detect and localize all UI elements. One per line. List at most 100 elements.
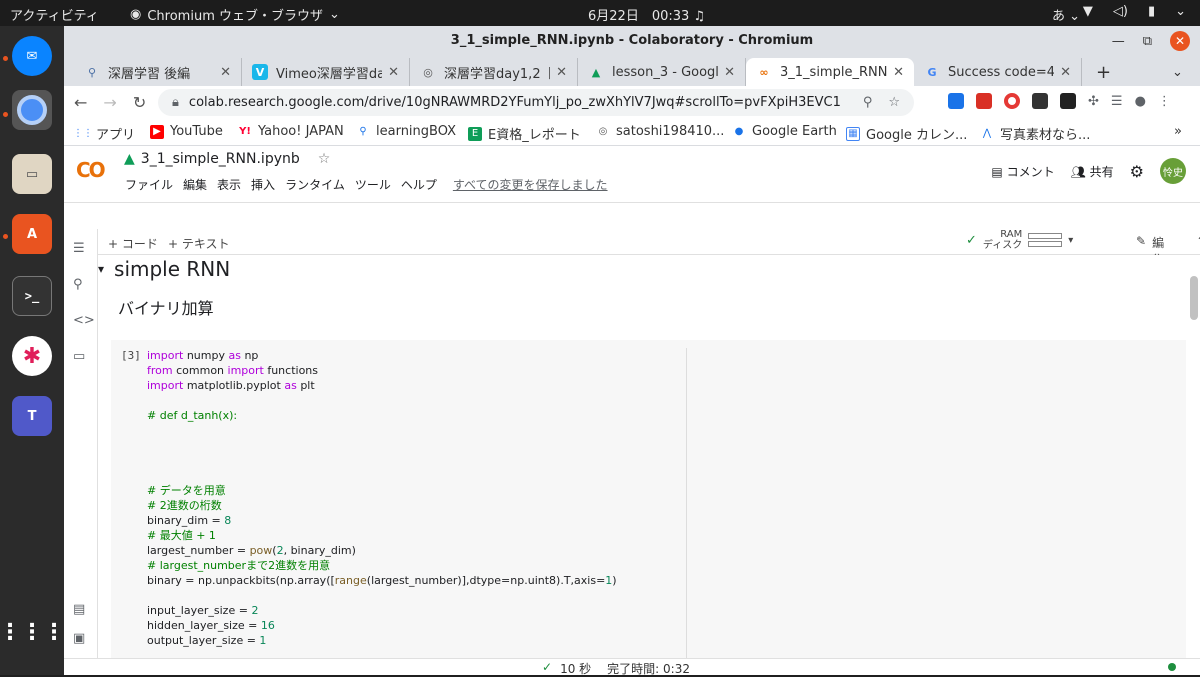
bookmark-github[interactable]: ◎ satoshi198410... bbox=[596, 124, 725, 139]
new-tab-button[interactable]: + bbox=[1086, 58, 1126, 86]
app-menu[interactable]: ◉ Chromium ウェブ・ブラウザ ⌄ bbox=[130, 5, 340, 24]
collapse-icon[interactable]: ▾ bbox=[98, 262, 104, 276]
scrollbar[interactable] bbox=[1190, 276, 1198, 320]
chromium-icon: ◉ bbox=[130, 7, 142, 22]
comment-button[interactable]: ▤ コメント bbox=[991, 163, 1054, 180]
star-icon[interactable]: ☆ bbox=[318, 151, 331, 167]
clock[interactable]: 6月22日 00:33 ♫ bbox=[588, 5, 705, 24]
menu-edit[interactable]: 編集 bbox=[178, 176, 212, 193]
menu-runtime[interactable]: ランタイム bbox=[280, 176, 350, 193]
bookmark-apps[interactable]: ⋮⋮ アプリ bbox=[73, 124, 135, 143]
close-icon[interactable]: ✕ bbox=[724, 65, 735, 80]
zoom-icon[interactable]: ⚲ bbox=[863, 95, 873, 110]
bookmark-photo-stock[interactable]: ⋀ 写真素材なら... bbox=[980, 124, 1091, 143]
notebook-title: ▲ 3_1_simple_RNN.ipynb ☆ bbox=[124, 151, 330, 167]
bookmark-e-report[interactable]: E E資格_レポート bbox=[468, 124, 581, 143]
bookmarks-overflow-icon[interactable]: » bbox=[1174, 124, 1182, 139]
ram-meter bbox=[1028, 233, 1063, 239]
add-text-button[interactable]: + テキスト bbox=[168, 235, 230, 252]
slack-icon[interactable]: ✱ bbox=[12, 336, 52, 376]
record-icon[interactable] bbox=[1004, 93, 1020, 109]
close-icon[interactable]: ✕ bbox=[220, 65, 231, 80]
connection-status-icon[interactable] bbox=[1168, 663, 1176, 671]
terminal-icon[interactable]: ▣ bbox=[73, 631, 85, 646]
toc-icon[interactable]: ☰ bbox=[73, 241, 85, 256]
extension-icon[interactable] bbox=[1032, 93, 1048, 109]
code-snippets-icon[interactable]: <> bbox=[73, 313, 95, 328]
subsection-heading[interactable]: バイナリ加算 bbox=[118, 295, 214, 319]
bookmark-youtube[interactable]: ▶ YouTube bbox=[150, 124, 223, 139]
files-icon[interactable]: ▭ bbox=[73, 349, 85, 364]
dock: ✉ ▭ A >_ ✱ T ⋮⋮⋮ bbox=[0, 26, 65, 675]
puzzle-icon[interactable]: ✣ bbox=[1088, 94, 1099, 109]
bookmark-google-calendar[interactable]: ▦ Google カレン... bbox=[846, 124, 967, 143]
tab-vimeo[interactable]: V Vimeo深層学習day ✕ bbox=[242, 58, 410, 86]
browser-toolbar: ← → ↻ 🔒︎ colab.research.google.com/drive… bbox=[64, 86, 1200, 118]
minimize-icon[interactable]: — bbox=[1112, 34, 1125, 49]
chevron-down-icon[interactable]: ▾ bbox=[1068, 235, 1073, 246]
chromium-dock-icon[interactable] bbox=[12, 90, 52, 130]
avatar[interactable]: 怜史 bbox=[1160, 158, 1186, 184]
people-icon: 👥︎ bbox=[1070, 164, 1086, 179]
app-grid-icon[interactable]: ⋮⋮⋮ bbox=[0, 612, 65, 652]
tab-success-code[interactable]: G Success code=4/1A ✕ bbox=[914, 58, 1082, 86]
tab-deep-learning-2[interactable]: ⚲ 深層学習 後編 ✕ bbox=[74, 58, 242, 86]
section-heading[interactable]: ▾ simple RNN bbox=[98, 257, 230, 281]
colab-logo[interactable]: CO bbox=[76, 158, 106, 182]
bookmark-google-earth[interactable]: ● Google Earth bbox=[732, 124, 837, 139]
code-line: # 2進数の桁数 bbox=[147, 499, 222, 512]
thunderbird-icon[interactable]: ✉ bbox=[12, 36, 52, 76]
tab-github-day12[interactable]: ◎ 深層学習day1,2【ラ ✕ bbox=[410, 58, 578, 86]
profile-icon[interactable]: ● bbox=[1135, 94, 1146, 109]
search-icon[interactable]: ⚲ bbox=[73, 277, 83, 292]
files-icon[interactable]: ▭ bbox=[12, 154, 52, 194]
software-icon[interactable]: A bbox=[12, 214, 52, 254]
close-icon[interactable]: ✕ bbox=[893, 65, 904, 80]
close-icon[interactable]: ✕ bbox=[556, 65, 567, 80]
gmail-icon[interactable] bbox=[976, 93, 992, 109]
bookmark-yahoo[interactable]: Y! Yahoo! JAPAN bbox=[238, 124, 344, 139]
settings-icon[interactable]: ⚙ bbox=[1130, 162, 1144, 181]
menu-insert[interactable]: 挿入 bbox=[246, 176, 280, 193]
address-bar[interactable]: 🔒︎ colab.research.google.com/drive/10gNR… bbox=[158, 89, 914, 116]
close-icon[interactable]: ✕ bbox=[1060, 65, 1071, 80]
teams-icon[interactable]: T bbox=[12, 396, 52, 436]
code-cell[interactable]: [3] import numpy as np from common impor… bbox=[111, 340, 1186, 658]
back-icon[interactable]: ← bbox=[74, 93, 87, 112]
command-palette-icon[interactable]: ▤ bbox=[73, 602, 85, 617]
calendar-icon: ▦ bbox=[846, 126, 860, 141]
system-tray[interactable]: ▼ ◁) ▮ ⌄ bbox=[1083, 4, 1186, 19]
extension-icon[interactable] bbox=[948, 93, 964, 109]
star-icon[interactable]: ☆ bbox=[888, 95, 900, 110]
tab-search-icon[interactable]: ⌄ bbox=[1162, 58, 1192, 86]
share-button[interactable]: 👥︎ 共有 bbox=[1071, 163, 1114, 180]
input-method-indicator[interactable]: あ ⌄ bbox=[1052, 5, 1080, 24]
more-icon[interactable]: ⋮ bbox=[1158, 94, 1171, 109]
code-editor[interactable]: import numpy as np from common import fu… bbox=[147, 348, 687, 658]
extension-icon[interactable] bbox=[1060, 93, 1076, 109]
chevron-up-icon[interactable]: ⌃ bbox=[1196, 234, 1200, 268]
menu-view[interactable]: 表示 bbox=[212, 176, 246, 193]
close-icon[interactable]: ✕ bbox=[1170, 31, 1190, 51]
menu-tools[interactable]: ツール bbox=[350, 176, 396, 193]
reload-icon[interactable]: ↻ bbox=[133, 93, 146, 112]
close-icon[interactable]: ✕ bbox=[388, 65, 399, 80]
menu-help[interactable]: ヘルプ bbox=[396, 176, 442, 193]
check-icon: ✓ bbox=[542, 660, 553, 674]
url-text: colab.research.google.com/drive/10gNRAWM… bbox=[188, 95, 841, 110]
notebook-name[interactable]: 3_1_simple_RNN.ipynb bbox=[141, 151, 300, 167]
activities-button[interactable]: アクティビティ bbox=[10, 5, 99, 24]
forward-icon[interactable]: → bbox=[103, 93, 116, 112]
save-status[interactable]: すべての変更を保存しました bbox=[448, 176, 613, 193]
tab-simple-rnn[interactable]: ∞ 3_1_simple_RNN.ip ✕ bbox=[746, 58, 914, 86]
maximize-icon[interactable]: ⧉ bbox=[1143, 34, 1152, 49]
add-code-button[interactable]: + コード bbox=[108, 235, 158, 252]
comment-icon: ▤ bbox=[991, 164, 1003, 179]
terminal-icon[interactable]: >_ bbox=[12, 276, 52, 316]
tab-google-drive[interactable]: ▲ lesson_3 - Google D ✕ bbox=[578, 58, 746, 86]
menu-file[interactable]: ファイル bbox=[120, 176, 178, 193]
runtime-status[interactable]: ✓ RAM ディスク ▾ bbox=[966, 229, 1073, 251]
reading-list-icon[interactable]: ☰ bbox=[1111, 94, 1123, 109]
bookmark-learningbox[interactable]: ⚲ learningBOX bbox=[356, 124, 456, 139]
